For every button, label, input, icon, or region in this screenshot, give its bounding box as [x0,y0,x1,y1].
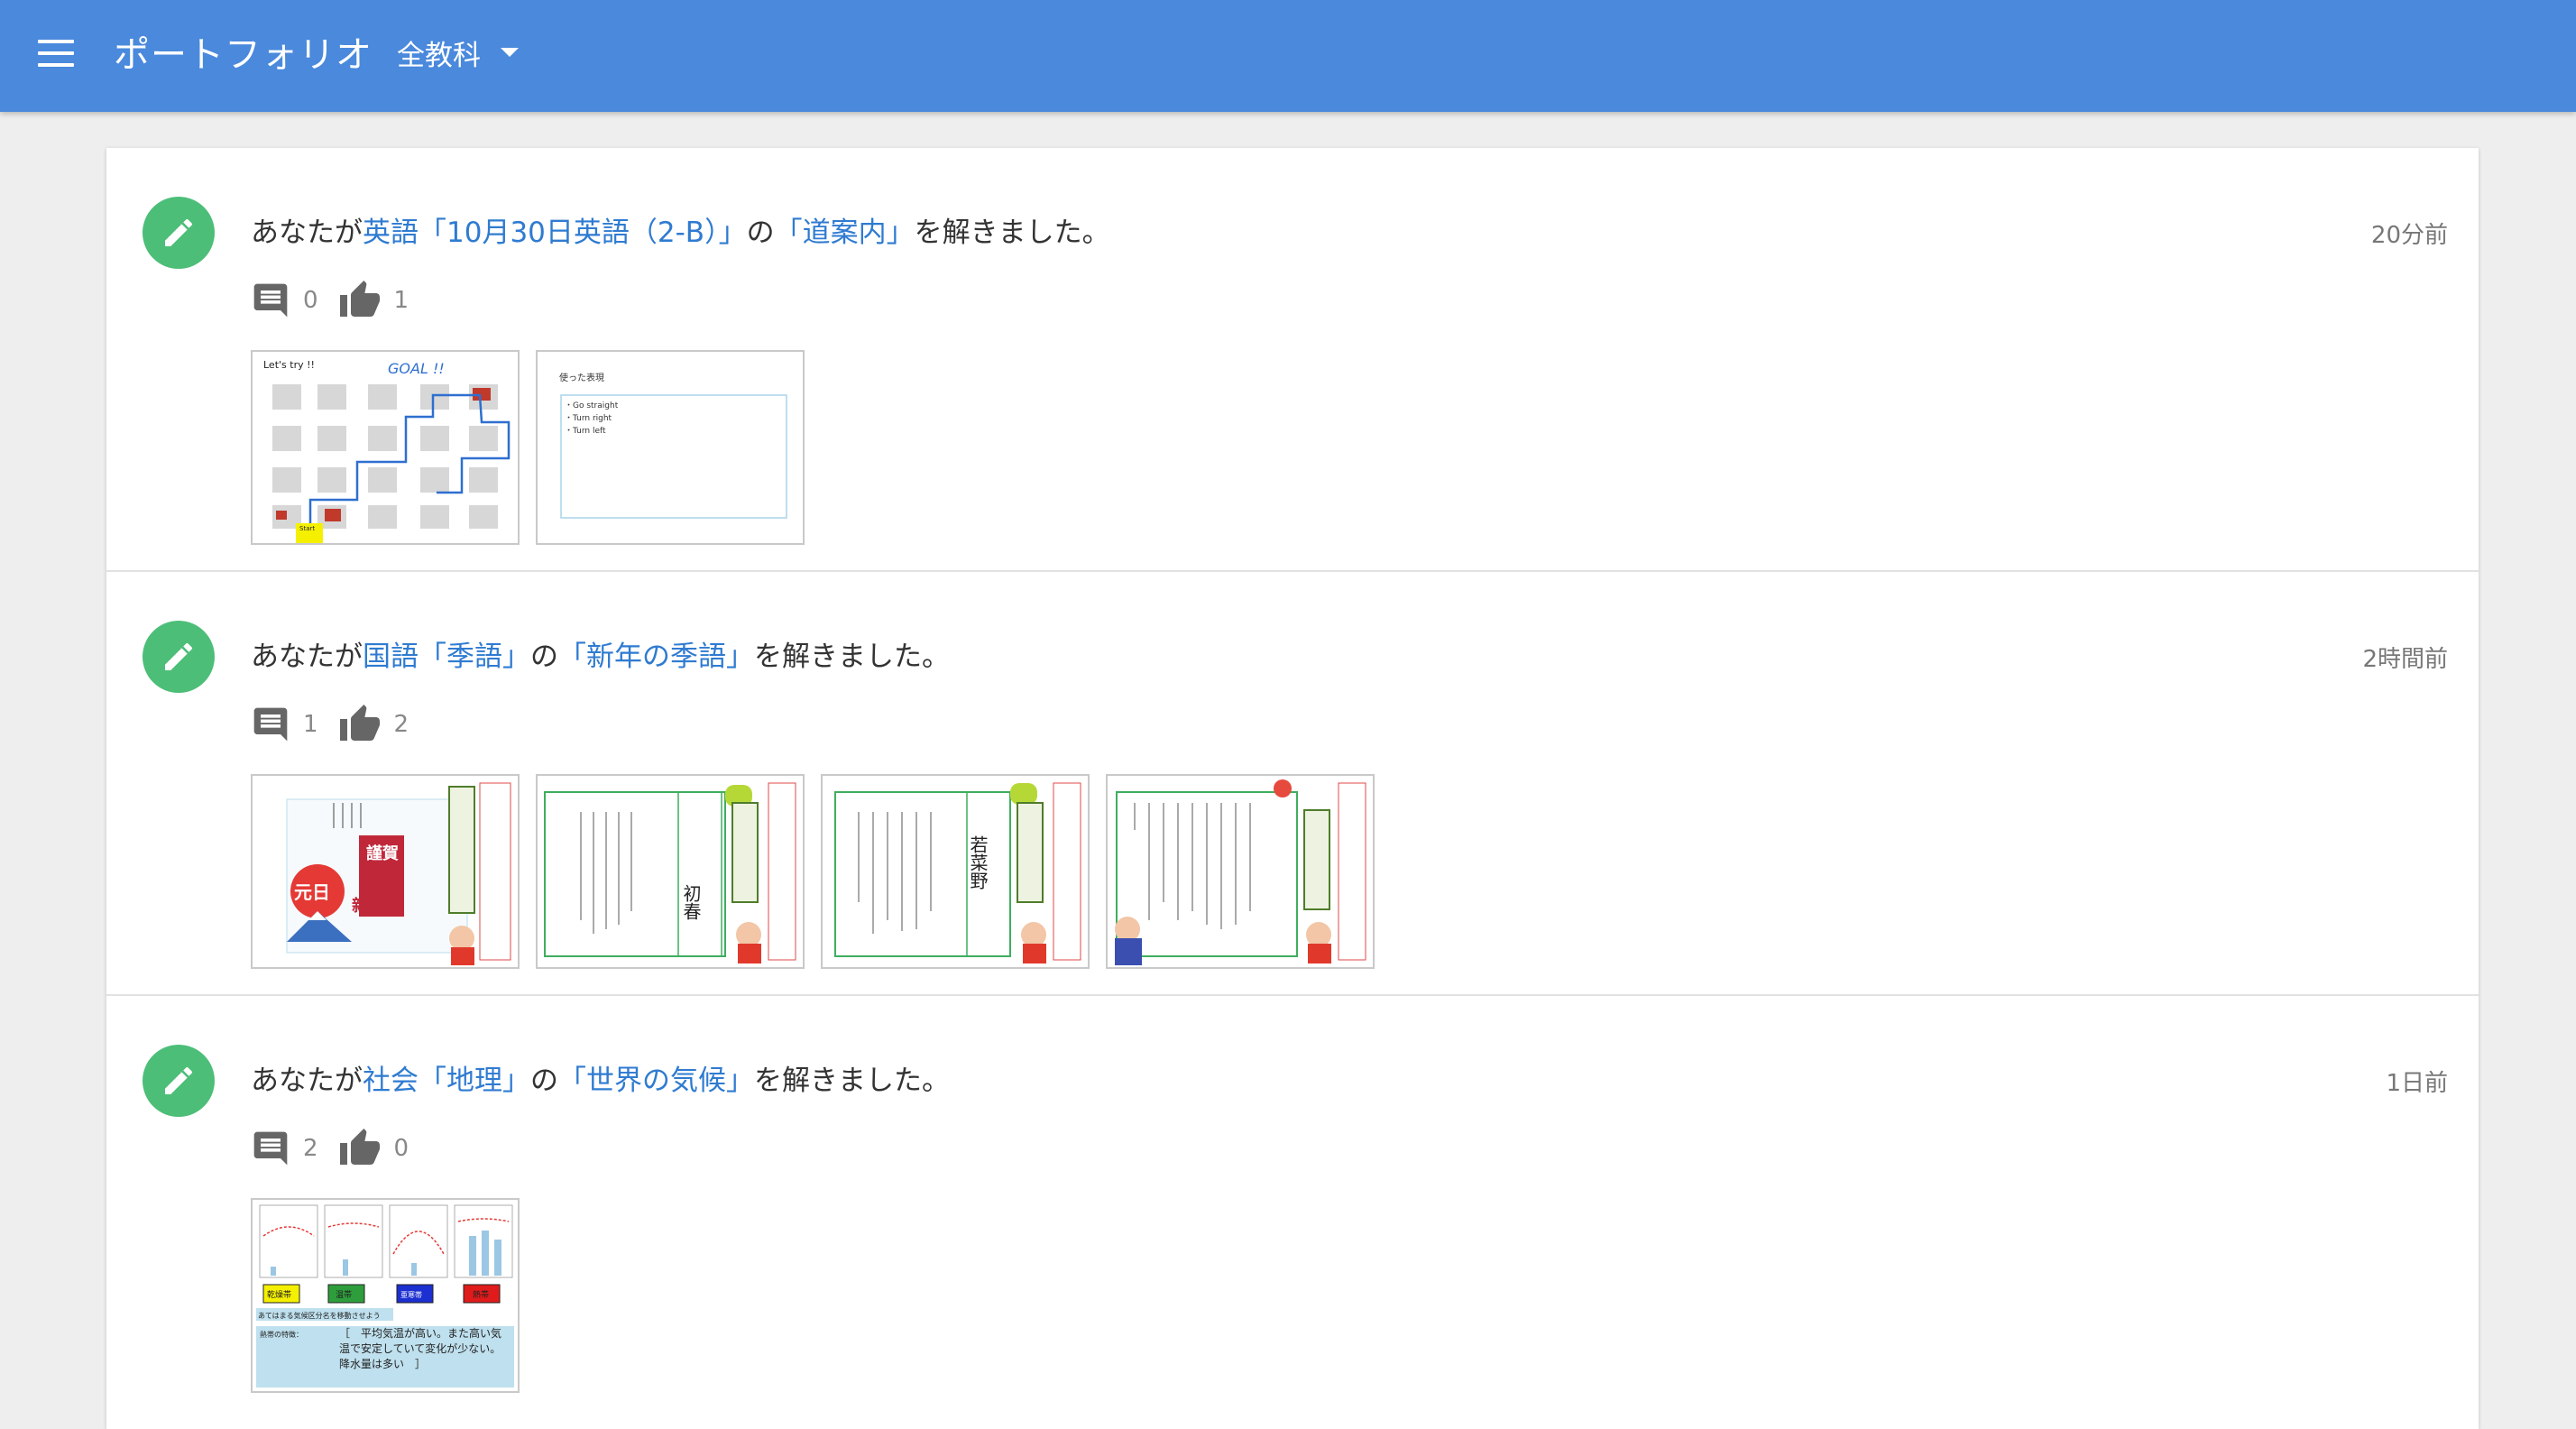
expression-line: ・Go straight [565,401,619,410]
like-count: 0 [393,1135,409,1162]
worksheet-thumbnail[interactable]: 乾燥帯 温帯 亜寒帯 熱帯 あてはまる気候区分名を移動させよう 熱帯の特徴： ［… [251,1198,520,1393]
activity-headline: あなたが国語「季語」の「新年の季語」を解きました。 [251,641,950,673]
thumbs-up-icon[interactable] [338,703,382,746]
activity-headline: あなたが社会「地理」の「世界の気候」を解きました。 [251,1065,950,1097]
thumbnail-list: 謹賀 新年 元日 初春 若菜野 [251,774,1391,969]
feature-text: ［ 平均気温が高い。また高い気温で安定していて変化が少ない。降水量は多い ］ [339,1327,502,1370]
subject-link[interactable]: 国語 [363,641,419,673]
goal-label: GOAL !! [388,360,445,377]
card-text: 元日 [294,881,330,903]
activity-item: あなたが国語「季語」の「新年の季語」を解きました。 2時間前 1 2 謹賀 新年… [106,572,2479,996]
season-word: 初春 [680,884,702,920]
feature-label: 熱帯の特徴： [260,1330,303,1339]
activity-item: あなたが社会「地理」の「世界の気候」を解きました。 1日前 2 0 乾燥帯 温帯… [106,996,2479,1418]
activity-meta: 1 2 [251,702,428,747]
card-text: 謹賀 [366,844,399,863]
thumb-title: 使った表現 [559,372,604,383]
chevron-down-icon [501,48,519,57]
card-text: 新年 [352,896,384,916]
subject-link[interactable]: 英語 [363,217,419,249]
climate-label: 亜寒帯 [400,1290,422,1299]
start-label: Start [299,525,315,532]
subject-filter-label: 全教科 [397,39,481,72]
unit-link[interactable]: 「地理」 [419,1065,530,1097]
activity-time: 1日前 [2386,1070,2448,1097]
thumbnail-list: Let's try !! GOAL !! Start 使った表現 ・Go str… [251,350,821,545]
activity-time: 2時間前 [2362,646,2448,673]
pencil-avatar [143,1045,215,1117]
comment-icon[interactable] [251,281,290,320]
worksheet-thumbnail[interactable]: 使った表現 ・Go straight ・Turn right ・Turn lef… [536,350,805,545]
activity-time: 20分前 [2370,222,2448,249]
pencil-avatar [143,197,215,269]
pencil-icon [165,218,193,246]
worksheet-thumbnail[interactable]: 若菜野 [821,774,1090,969]
comment-count: 0 [303,287,318,314]
thumbs-up-icon[interactable] [338,1127,382,1170]
worksheet-thumbnail[interactable] [1106,774,1375,969]
climate-label: 温帯 [336,1289,352,1300]
worksheet-thumbnail[interactable]: 初春 [536,774,805,969]
lesson-link[interactable]: 「世界の気候」 [558,1065,754,1097]
activity-headline: あなたが英語「10月30日英語（2-B）」の「道案内」を解きました。 [251,217,1110,249]
climate-label: 乾燥帯 [267,1289,291,1300]
activity-meta: 0 1 [251,278,428,323]
climate-label: 熱帯 [473,1289,489,1300]
worksheet-thumbnail[interactable]: 謹賀 新年 元日 [251,774,520,969]
comment-icon[interactable] [251,1129,290,1168]
season-word: 若菜野 [967,835,989,890]
activity-feed: あなたが英語「10月30日英語（2-B）」の「道案内」を解きました。 20分前 … [106,148,2479,1429]
activity-item: あなたが英語「10月30日英語（2-B）」の「道案内」を解きました。 20分前 … [106,148,2479,572]
thumbnail-list: 乾燥帯 温帯 亜寒帯 熱帯 あてはまる気候区分名を移動させよう 熱帯の特徴： ［… [251,1198,536,1393]
app-title: ポートフォリオ [114,34,373,76]
comment-count: 1 [303,711,318,738]
pencil-avatar [143,621,215,693]
like-count: 1 [393,287,409,314]
comment-icon[interactable] [251,705,290,744]
lesson-link[interactable]: 「道案内」 [775,217,915,249]
worksheet-thumbnail[interactable]: Let's try !! GOAL !! Start [251,350,520,545]
thumb-caption: あてはまる気候区分名を移動させよう [258,1311,381,1320]
pencil-icon [165,642,193,670]
lesson-link[interactable]: 「新年の季語」 [558,641,754,673]
expression-line: ・Turn right [565,414,612,423]
unit-link[interactable]: 「10月30日英語（2-B）」 [419,217,747,249]
like-count: 2 [393,711,409,738]
thumbs-up-icon[interactable] [338,279,382,322]
unit-link[interactable]: 「季語」 [419,641,530,673]
subject-filter-dropdown[interactable]: 全教科 [397,31,519,74]
expression-line: ・Turn left [565,427,606,436]
comment-count: 2 [303,1135,318,1162]
subject-link[interactable]: 社会 [363,1065,419,1097]
app-bar: ポートフォリオ 全教科 [0,0,2576,112]
pencil-icon [165,1066,193,1094]
thumb-title: Let's try !! [263,359,315,371]
menu-icon[interactable] [38,40,74,67]
activity-meta: 2 0 [251,1126,428,1171]
